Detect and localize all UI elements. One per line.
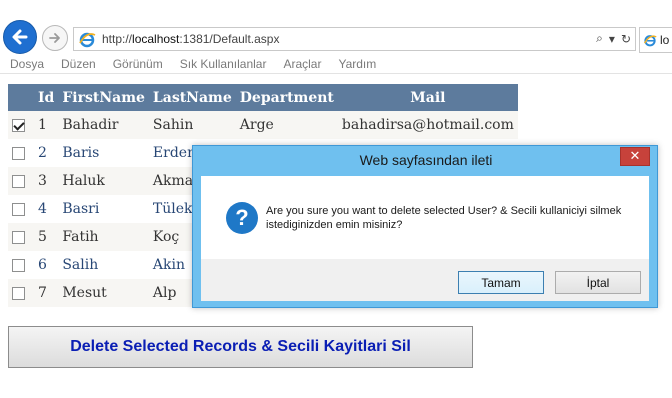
back-button[interactable] <box>3 20 37 54</box>
close-icon: ✕ <box>629 149 641 164</box>
cell-id: 4 <box>34 195 59 223</box>
row-checkbox[interactable] <box>12 286 25 300</box>
cell-id: 5 <box>34 223 59 251</box>
header-lastname: LastName <box>148 84 236 111</box>
cell-mail: bahadirsa@hotmail.com <box>337 111 518 139</box>
row-checkbox[interactable] <box>12 258 25 272</box>
cell-id: 3 <box>34 167 59 195</box>
cell-department: Arge <box>235 111 338 139</box>
cell-id: 7 <box>34 279 59 307</box>
ok-button[interactable]: Tamam <box>458 271 544 294</box>
cell-firstname: Bahadir <box>58 111 149 139</box>
row-checkbox[interactable] <box>12 230 25 244</box>
menu-item-yardim[interactable]: Yardım <box>338 57 376 71</box>
cell-id: 2 <box>34 139 59 167</box>
cell-firstname: Fatih <box>58 223 149 251</box>
header-firstname: FirstName <box>58 84 149 111</box>
menu-item-favorites[interactable]: Sık Kullanılanlar <box>180 57 267 71</box>
menu-item-duzen[interactable]: Düzen <box>61 57 96 71</box>
forward-button[interactable] <box>42 25 68 51</box>
question-icon: ? <box>226 202 258 234</box>
row-checkbox[interactable] <box>12 146 25 160</box>
refresh-icon[interactable]: ↻ <box>621 32 631 46</box>
cell-firstname: Salih <box>58 251 149 279</box>
delete-selected-button[interactable]: Delete Selected Records & Secili Kayitla… <box>8 326 473 368</box>
dialog-footer: Tamam İptal <box>201 259 649 301</box>
menu-bar: Dosya Düzen Görünüm Sık Kullanılanlar Ar… <box>0 55 672 74</box>
search-icon[interactable]: ⌕ <box>596 31 603 46</box>
tab-label: lo <box>660 33 670 47</box>
ie-logo-icon <box>79 32 96 48</box>
dialog-message: Are you sure you want to delete selected… <box>266 205 622 231</box>
row-checkbox[interactable] <box>12 202 25 216</box>
header-department: Department <box>235 84 338 111</box>
cell-lastname: Sahin <box>148 111 236 139</box>
back-arrow-icon <box>12 29 28 45</box>
cell-firstname: Mesut <box>58 279 149 307</box>
menu-item-gorunum[interactable]: Görünüm <box>113 57 163 71</box>
cell-id: 1 <box>34 111 59 139</box>
menu-item-araclar[interactable]: Araçlar <box>283 57 321 71</box>
address-bar[interactable]: http://localhost:1381/Default.aspx ⌕ ▾ ↻ <box>73 27 636 51</box>
row-checkbox[interactable] <box>12 118 25 132</box>
cancel-button[interactable]: İptal <box>555 271 641 294</box>
dialog-body: ? Are you sure you want to delete select… <box>201 176 649 301</box>
grid-header-row: Id FirstName LastName Department Mail <box>8 84 518 111</box>
menu-item-dosya[interactable]: Dosya <box>10 57 44 71</box>
confirm-dialog: Web sayfasından ileti ✕ ? Are you sure y… <box>192 145 658 308</box>
ie-logo-icon <box>643 35 657 47</box>
cell-firstname: Baris <box>58 139 149 167</box>
dialog-close-button[interactable]: ✕ <box>620 147 650 166</box>
browser-chrome: http://localhost:1381/Default.aspx ⌕ ▾ ↻… <box>0 0 672 75</box>
chevron-down-icon[interactable]: ▾ <box>609 32 615 46</box>
header-id: Id <box>34 84 59 111</box>
row-checkbox[interactable] <box>12 174 25 188</box>
dialog-title: Web sayfasından ileti <box>359 152 493 168</box>
address-url[interactable]: http://localhost:1381/Default.aspx <box>102 32 279 46</box>
header-mail: Mail <box>337 84 518 111</box>
browser-tab[interactable]: lo <box>639 27 672 53</box>
table-row: 1 Bahadir Sahin Arge bahadirsa@hotmail.c… <box>8 111 518 139</box>
cell-firstname: Haluk <box>58 167 149 195</box>
forward-arrow-icon <box>49 33 60 43</box>
cell-id: 6 <box>34 251 59 279</box>
header-select <box>8 84 34 111</box>
cell-firstname: Basri <box>58 195 149 223</box>
